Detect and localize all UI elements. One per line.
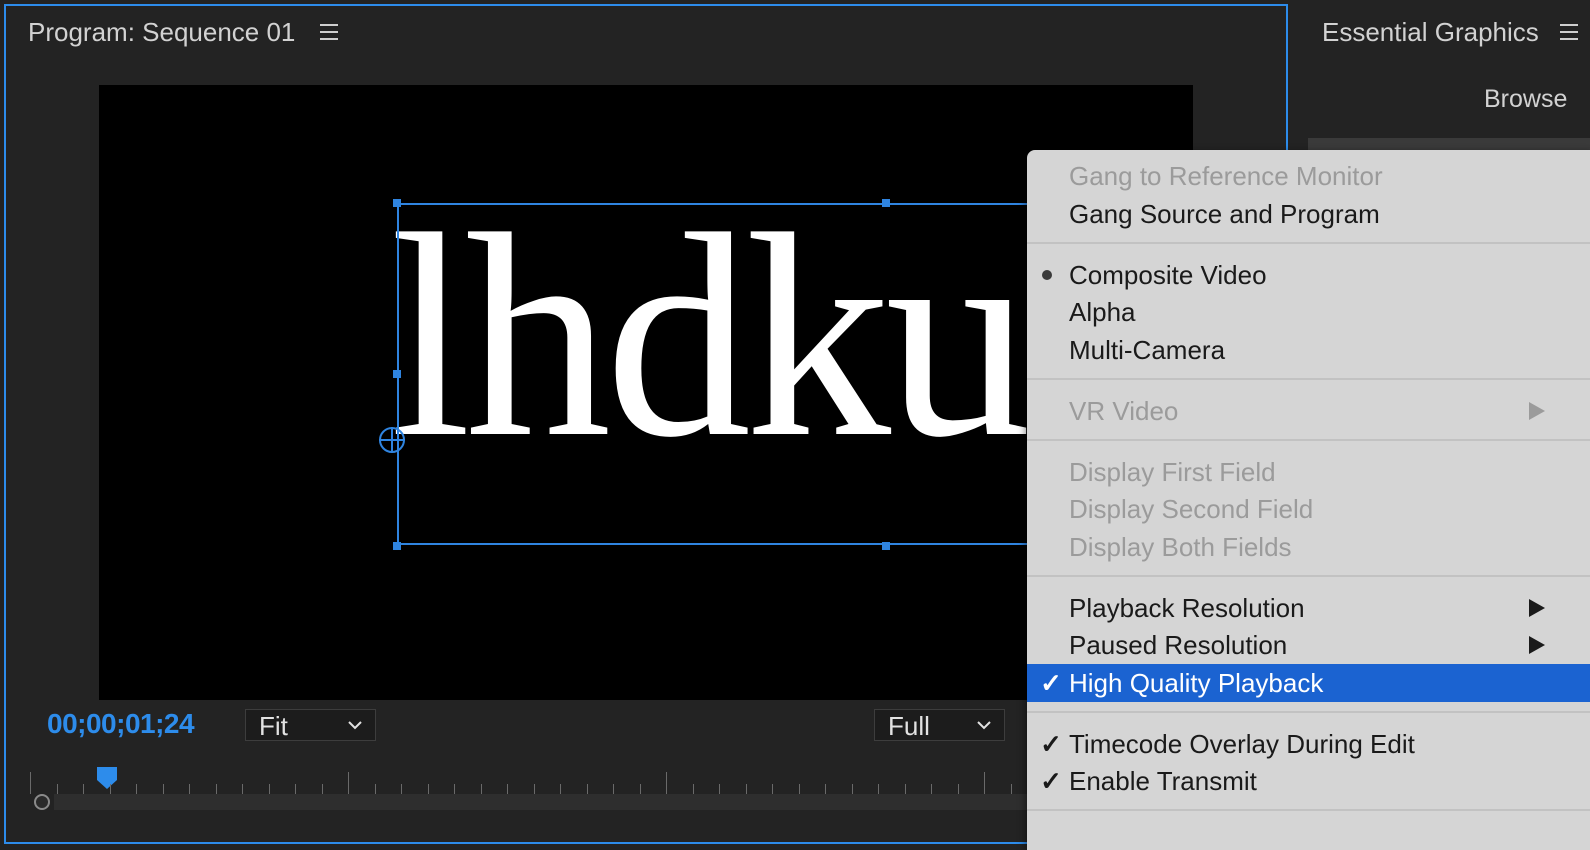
ruler-tick [984, 772, 985, 794]
resize-handle-middle-left[interactable] [393, 370, 401, 378]
checkmark-icon: ✓ [1040, 766, 1062, 796]
menu-separator [1027, 439, 1590, 441]
ruler-tick [454, 784, 455, 794]
panel-title[interactable]: Program: Sequence 01 [28, 14, 295, 50]
panel-menu-icon[interactable] [320, 24, 338, 40]
menu-item-multi-camera[interactable]: Multi-Camera [1027, 331, 1590, 369]
ruler-tick [666, 772, 667, 794]
playback-resolution-value: Full [888, 711, 930, 741]
ruler-tick [745, 784, 747, 794]
ruler-tick [480, 784, 482, 794]
essential-graphics-title[interactable]: Essential Graphics [1322, 14, 1539, 50]
menu-item-display-second-field[interactable]: Display Second Field [1027, 490, 1590, 528]
ruler-tick [639, 784, 641, 794]
menu-item-high-quality-playback[interactable]: ✓ High Quality Playback [1027, 664, 1590, 702]
menu-separator [1027, 242, 1590, 244]
zoom-scroll-bar[interactable] [54, 794, 1044, 810]
ruler-tick [56, 784, 58, 794]
menu-separator [1027, 711, 1590, 713]
tab-browse[interactable]: Browse [1484, 82, 1567, 116]
menu-separator [1027, 378, 1590, 380]
submenu-arrow-icon [1529, 599, 1545, 617]
zoom-level-dropdown[interactable]: Fit [245, 709, 376, 741]
resize-handle-top-left[interactable] [393, 199, 401, 207]
panel-menu-icon[interactable] [1560, 24, 1578, 40]
menu-item-vr-video[interactable]: VR Video [1027, 392, 1590, 430]
playhead-timecode[interactable]: 00;00;01;24 [47, 706, 195, 742]
ruler-tick [242, 784, 243, 794]
ruler-tick [825, 784, 826, 794]
ruler-tick [1010, 784, 1012, 794]
submenu-arrow-icon [1529, 636, 1545, 654]
menu-item-playback-resolution[interactable]: Playback Resolution [1027, 589, 1590, 627]
menu-separator [1027, 809, 1590, 811]
playhead-icon[interactable] [96, 766, 118, 790]
menu-item-paused-resolution[interactable]: Paused Resolution [1027, 626, 1590, 664]
ruler-tick [533, 784, 535, 794]
ruler-tick [798, 784, 800, 794]
playback-resolution-dropdown[interactable]: Full [874, 709, 1005, 741]
menu-item-gang-to-reference-monitor[interactable]: Gang to Reference Monitor [1027, 157, 1590, 195]
ruler-tick [427, 784, 429, 794]
chevron-down-icon [977, 721, 991, 730]
ruler-tick [586, 784, 588, 794]
ruler-tick [83, 784, 84, 794]
ruler-tick [215, 784, 217, 794]
ruler-tick [374, 784, 376, 794]
radio-bullet-icon [1042, 270, 1052, 280]
resize-handle-top-center[interactable] [882, 199, 890, 207]
submenu-arrow-icon [1529, 402, 1545, 420]
ruler-tick [957, 784, 959, 794]
zoom-level-value: Fit [259, 711, 288, 741]
menu-item-gang-source-and-program[interactable]: Gang Source and Program [1027, 195, 1590, 233]
menu-item-display-both-fields[interactable]: Display Both Fields [1027, 528, 1590, 566]
ruler-tick [613, 784, 614, 794]
resize-handle-bottom-left[interactable] [393, 542, 401, 550]
ruler-tick [692, 784, 694, 794]
chevron-down-icon [348, 721, 362, 730]
ruler-tick [268, 784, 270, 794]
ruler-tick [162, 784, 164, 794]
zoom-scroll-handle[interactable] [34, 794, 50, 810]
resize-handle-bottom-center[interactable] [882, 542, 890, 550]
ruler-tick [348, 772, 349, 794]
menu-item-composite-video[interactable]: Composite Video [1027, 256, 1590, 294]
ruler-tick [772, 784, 773, 794]
ruler-tick [189, 784, 190, 794]
monitor-context-menu: Gang to Reference Monitor Gang Source an… [1027, 150, 1590, 850]
menu-item-alpha[interactable]: Alpha [1027, 293, 1590, 331]
menu-separator [1027, 575, 1590, 577]
ruler-tick [30, 772, 31, 794]
ruler-tick [109, 784, 111, 794]
ruler-tick [931, 784, 932, 794]
time-ruler[interactable] [10, 760, 1065, 828]
menu-item-display-first-field[interactable]: Display First Field [1027, 453, 1590, 491]
ruler-tick [719, 784, 720, 794]
text-bounding-box[interactable] [397, 203, 1097, 545]
ruler-tick [878, 784, 879, 794]
ruler-tick [401, 784, 402, 794]
ruler-tick [321, 784, 323, 794]
menu-item-enable-transmit[interactable]: ✓ Enable Transmit [1027, 762, 1590, 800]
ruler-tick [851, 784, 853, 794]
ruler-tick [507, 784, 508, 794]
checkmark-icon: ✓ [1040, 729, 1062, 759]
ruler-tick [136, 784, 137, 794]
checkmark-icon: ✓ [1040, 668, 1062, 698]
anchor-point-icon[interactable] [378, 426, 406, 454]
ruler-tick [295, 784, 296, 794]
menu-item-timecode-overlay-during-edit[interactable]: ✓ Timecode Overlay During Edit [1027, 725, 1590, 763]
ruler-tick [560, 784, 561, 794]
ruler-tick [904, 784, 906, 794]
